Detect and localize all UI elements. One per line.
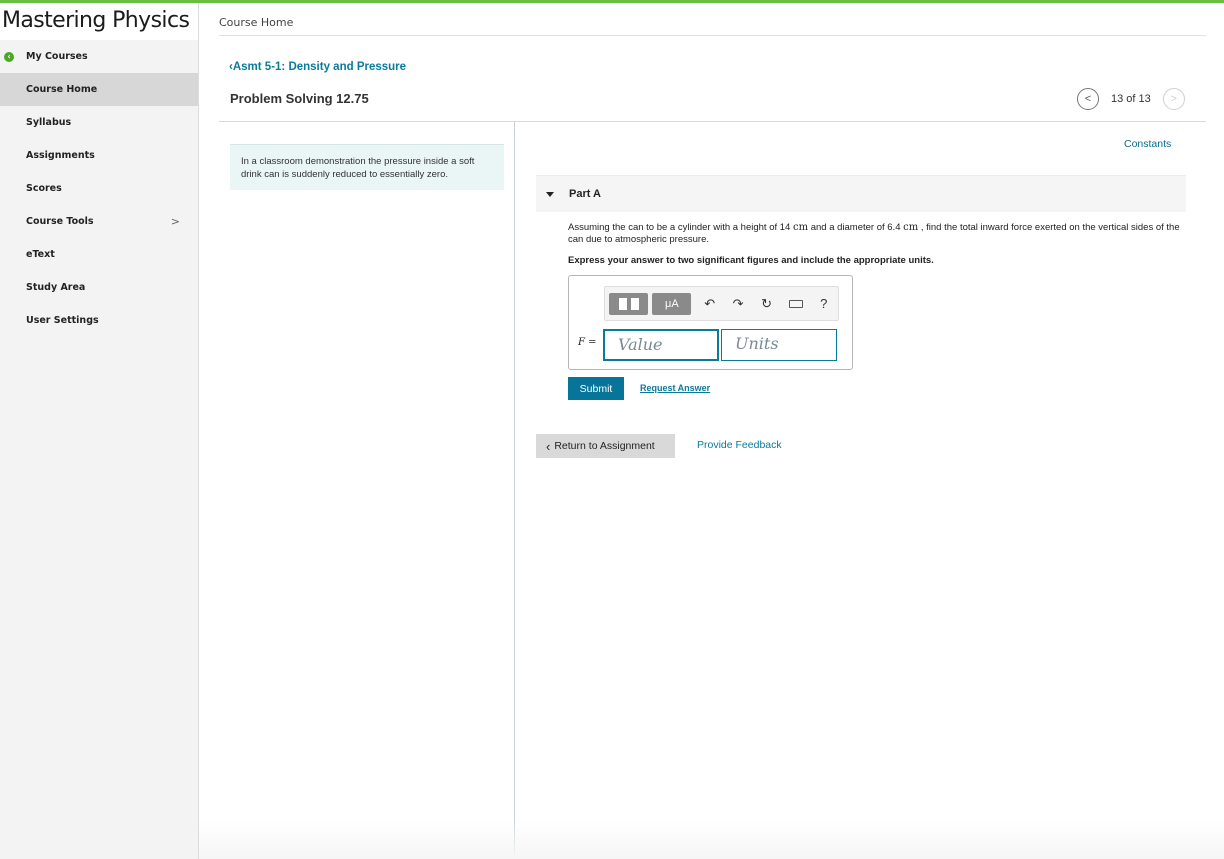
previous-problem-button[interactable]: < (1077, 88, 1099, 110)
main-content: Course Home ‹Asmt 5-1: Density and Press… (199, 3, 1224, 859)
provide-feedback-link[interactable]: Provide Feedback (697, 439, 782, 451)
sidebar-nav: ‹ My Courses Course Home Syllabus Assign… (0, 40, 198, 337)
sidebar-item-user-settings[interactable]: User Settings (0, 304, 198, 337)
question-text: Assuming the can to be a cylinder with a… (568, 222, 1188, 246)
column-divider (514, 122, 515, 859)
brand-area: Mastering Physics (0, 3, 198, 40)
sidebar-item-assignments[interactable]: Assignments (0, 139, 198, 172)
problem-title: Problem Solving 12.75 (230, 91, 369, 106)
question-segment: Assuming the can to be a cylinder with a… (568, 222, 793, 233)
chevron-right-icon: > (1170, 93, 1177, 105)
reset-icon[interactable]: ↻ (752, 296, 780, 312)
sidebar-item-label: Assignments (26, 150, 95, 161)
sidebar-item-study-area[interactable]: Study Area (0, 271, 198, 304)
sidebar-item-syllabus[interactable]: Syllabus (0, 106, 198, 139)
mu-a-label: μA (665, 297, 679, 310)
brand-title[interactable]: Mastering Physics (2, 8, 190, 33)
template-icon (618, 297, 627, 310)
assignment-back-link[interactable]: ‹Asmt 5-1: Density and Pressure (229, 61, 406, 73)
sidebar: Mastering Physics ‹ My Courses Course Ho… (0, 3, 199, 859)
pager-count: 13 of 13 (1111, 93, 1151, 105)
constants-link[interactable]: Constants (1124, 138, 1171, 150)
units-input[interactable]: Units (721, 329, 837, 361)
sidebar-item-label: Scores (26, 183, 62, 194)
problem-intro: In a classroom demonstration the pressur… (230, 144, 504, 190)
equals-sign: = (584, 337, 597, 348)
sidebar-item-label: Study Area (26, 282, 86, 293)
sidebar-item-scores[interactable]: Scores (0, 172, 198, 205)
sidebar-item-label: User Settings (26, 315, 99, 326)
next-problem-button[interactable]: > (1162, 88, 1185, 110)
part-a-header[interactable]: Part A (536, 175, 1186, 212)
unit-cm: cm (792, 222, 809, 233)
variable-f: F (578, 337, 585, 348)
question-segment: and a diameter of 6.4 (808, 222, 904, 233)
help-icon[interactable]: ? (810, 296, 838, 311)
answer-box: μA ↶ ↷ ↻ ? F = Value Units (568, 275, 853, 370)
sidebar-item-label: eText (26, 249, 55, 260)
sidebar-item-my-courses[interactable]: ‹ My Courses (0, 40, 198, 73)
answer-variable: F = (578, 337, 597, 348)
sidebar-item-label: My Courses (26, 51, 88, 62)
sidebar-item-course-tools[interactable]: Course Tools > (0, 205, 198, 238)
chevron-right-icon: > (170, 215, 180, 228)
submit-button[interactable]: Submit (568, 377, 624, 400)
sidebar-item-etext[interactable]: eText (0, 238, 198, 271)
sidebar-item-label: Syllabus (26, 117, 72, 128)
math-toolbar: μA ↶ ↷ ↻ ? (604, 286, 839, 321)
redo-icon[interactable]: ↷ (724, 296, 752, 312)
request-answer-link[interactable]: Request Answer (640, 383, 710, 393)
back-icon: ‹ (4, 52, 14, 62)
sidebar-item-label: Course Tools (26, 216, 94, 227)
undo-icon[interactable]: ↶ (695, 296, 723, 312)
chevron-left-icon: ‹ (546, 438, 551, 454)
breadcrumb-divider (219, 35, 1206, 36)
return-label: Return to Assignment (554, 440, 655, 452)
templates-button[interactable] (609, 292, 649, 315)
triangle-down-icon (546, 191, 554, 197)
keyboard-icon[interactable] (788, 299, 803, 308)
value-input[interactable]: Value (603, 329, 719, 361)
sidebar-item-label: Course Home (26, 84, 98, 95)
chevron-left-icon: < (1084, 93, 1092, 105)
breadcrumb: Course Home (219, 16, 294, 29)
header-divider (219, 121, 1206, 122)
answer-instruction: Express your answer to two significant f… (568, 255, 934, 266)
pager: < 13 of 13 > (1077, 88, 1185, 110)
unit-cm: cm (903, 222, 919, 233)
units-symbol-button[interactable]: μA (652, 292, 692, 315)
sidebar-item-course-home[interactable]: Course Home (0, 73, 198, 106)
assignment-link-label: Asmt 5-1: Density and Pressure (232, 61, 407, 73)
part-label: Part A (569, 188, 601, 200)
bottom-fade (199, 820, 1224, 859)
template-icon (630, 297, 639, 310)
return-to-assignment-button[interactable]: ‹ Return to Assignment (536, 434, 675, 458)
